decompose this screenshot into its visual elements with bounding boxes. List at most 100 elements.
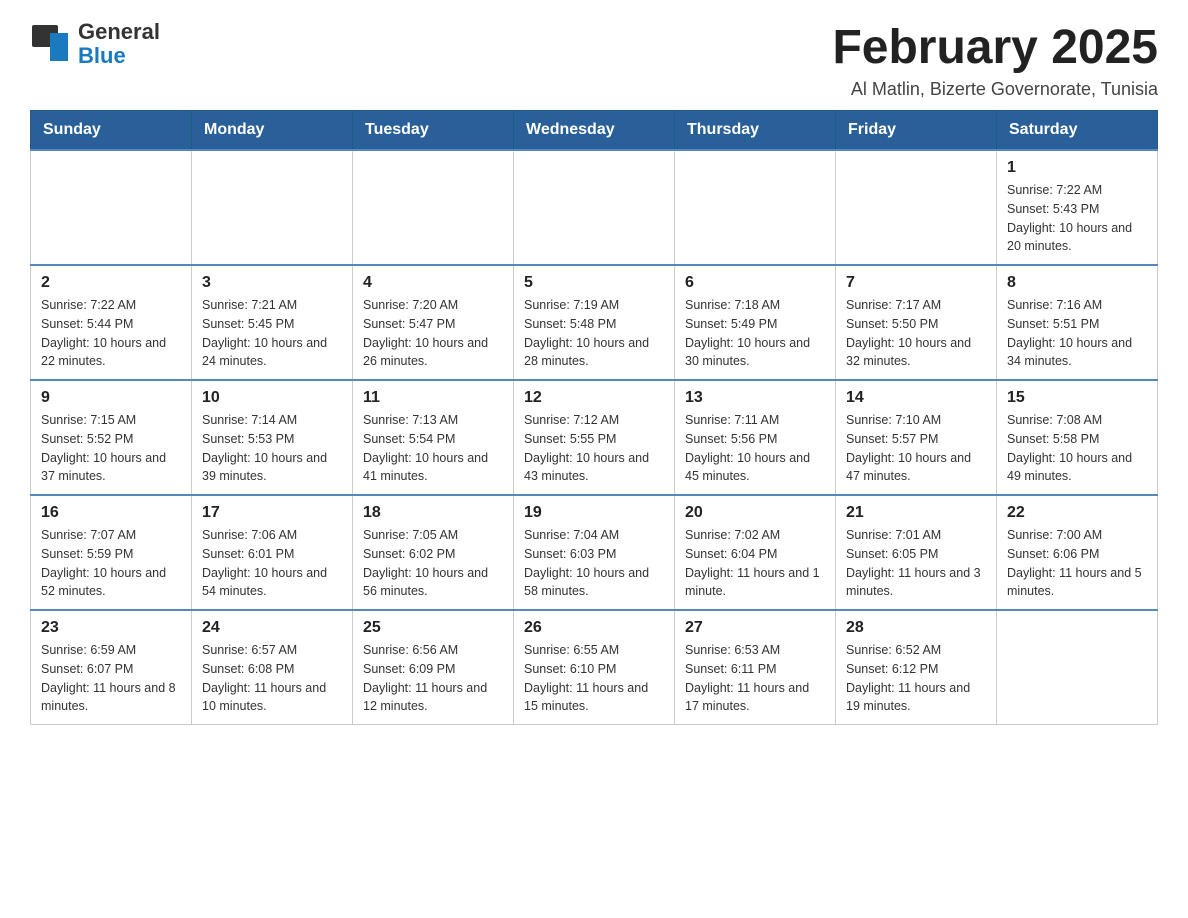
day-info: Sunrise: 7:06 AMSunset: 6:01 PMDaylight:… xyxy=(202,526,342,601)
day-number: 4 xyxy=(363,274,503,292)
calendar-cell: 15 Sunrise: 7:08 AMSunset: 5:58 PMDayligh… xyxy=(997,380,1158,495)
day-number: 25 xyxy=(363,619,503,637)
calendar-cell: 25 Sunrise: 6:56 AMSunset: 6:09 PMDayligh… xyxy=(353,610,514,725)
day-info: Sunrise: 6:59 AMSunset: 6:07 PMDaylight:… xyxy=(41,641,181,716)
day-info: Sunrise: 7:14 AMSunset: 5:53 PMDaylight:… xyxy=(202,411,342,486)
calendar-cell: 6 Sunrise: 7:18 AMSunset: 5:49 PMDaylight… xyxy=(675,265,836,380)
day-number: 21 xyxy=(846,504,986,522)
day-info: Sunrise: 6:55 AMSunset: 6:10 PMDaylight:… xyxy=(524,641,664,716)
day-number: 16 xyxy=(41,504,181,522)
logo-blue: Blue xyxy=(78,43,126,68)
logo-text: General Blue xyxy=(78,20,160,68)
logo-general: General xyxy=(78,19,160,44)
day-number: 15 xyxy=(1007,389,1147,407)
day-info: Sunrise: 7:12 AMSunset: 5:55 PMDaylight:… xyxy=(524,411,664,486)
day-info: Sunrise: 7:13 AMSunset: 5:54 PMDaylight:… xyxy=(363,411,503,486)
day-info: Sunrise: 7:07 AMSunset: 5:59 PMDaylight:… xyxy=(41,526,181,601)
calendar-table: SundayMondayTuesdayWednesdayThursdayFrid… xyxy=(30,110,1158,725)
calendar-cell: 4Sunrise: 7:20 AMSunset: 5:47 PMDaylight… xyxy=(353,265,514,380)
day-number: 17 xyxy=(202,504,342,522)
calendar-cell: 16 Sunrise: 7:07 AMSunset: 5:59 PMDayligh… xyxy=(31,495,192,610)
day-number: 11 xyxy=(363,389,503,407)
calendar-week-5: 23 Sunrise: 6:59 AMSunset: 6:07 PMDayligh… xyxy=(31,610,1158,725)
day-number: 20 xyxy=(685,504,825,522)
calendar-cell: 27Sunrise: 6:53 AMSunset: 6:11 PMDayligh… xyxy=(675,610,836,725)
day-info: Sunrise: 7:22 AMSunset: 5:44 PMDaylight:… xyxy=(41,296,181,371)
calendar-cell: 8 Sunrise: 7:16 AMSunset: 5:51 PMDaylight… xyxy=(997,265,1158,380)
weekday-header-friday: Friday xyxy=(836,111,997,151)
calendar-cell: 24Sunrise: 6:57 AMSunset: 6:08 PMDayligh… xyxy=(192,610,353,725)
calendar-cell xyxy=(353,150,514,265)
weekday-header-thursday: Thursday xyxy=(675,111,836,151)
day-number: 8 xyxy=(1007,274,1147,292)
calendar-cell xyxy=(836,150,997,265)
calendar-cell: 1 Sunrise: 7:22 AMSunset: 5:43 PMDaylight… xyxy=(997,150,1158,265)
calendar-cell: 20 Sunrise: 7:02 AMSunset: 6:04 PMDayligh… xyxy=(675,495,836,610)
weekday-header-monday: Monday xyxy=(192,111,353,151)
day-info: Sunrise: 7:22 AMSunset: 5:43 PMDaylight:… xyxy=(1007,181,1147,256)
day-info: Sunrise: 7:11 AMSunset: 5:56 PMDaylight:… xyxy=(685,411,825,486)
day-number: 1 xyxy=(1007,159,1147,177)
calendar-cell: 26 Sunrise: 6:55 AMSunset: 6:10 PMDayligh… xyxy=(514,610,675,725)
weekday-header-tuesday: Tuesday xyxy=(353,111,514,151)
day-number: 23 xyxy=(41,619,181,637)
calendar-week-2: 2 Sunrise: 7:22 AMSunset: 5:44 PMDaylight… xyxy=(31,265,1158,380)
calendar-cell: 18 Sunrise: 7:05 AMSunset: 6:02 PMDayligh… xyxy=(353,495,514,610)
calendar-cell xyxy=(675,150,836,265)
day-info: Sunrise: 7:18 AMSunset: 5:49 PMDaylight:… xyxy=(685,296,825,371)
calendar-week-4: 16 Sunrise: 7:07 AMSunset: 5:59 PMDayligh… xyxy=(31,495,1158,610)
day-number: 18 xyxy=(363,504,503,522)
weekday-header-row: SundayMondayTuesdayWednesdayThursdayFrid… xyxy=(31,111,1158,151)
weekday-header-wednesday: Wednesday xyxy=(514,111,675,151)
calendar-cell: 10Sunrise: 7:14 AMSunset: 5:53 PMDayligh… xyxy=(192,380,353,495)
calendar-cell: 14 Sunrise: 7:10 AMSunset: 5:57 PMDayligh… xyxy=(836,380,997,495)
calendar-body: 1 Sunrise: 7:22 AMSunset: 5:43 PMDaylight… xyxy=(31,150,1158,725)
day-number: 9 xyxy=(41,389,181,407)
day-info: Sunrise: 7:21 AMSunset: 5:45 PMDaylight:… xyxy=(202,296,342,371)
calendar-title: February 2025 xyxy=(832,20,1158,75)
day-number: 12 xyxy=(524,389,664,407)
day-info: Sunrise: 7:04 AMSunset: 6:03 PMDaylight:… xyxy=(524,526,664,601)
calendar-header: SundayMondayTuesdayWednesdayThursdayFrid… xyxy=(31,111,1158,151)
day-info: Sunrise: 7:08 AMSunset: 5:58 PMDaylight:… xyxy=(1007,411,1147,486)
calendar-cell: 12 Sunrise: 7:12 AMSunset: 5:55 PMDayligh… xyxy=(514,380,675,495)
day-number: 14 xyxy=(846,389,986,407)
day-info: Sunrise: 6:52 AMSunset: 6:12 PMDaylight:… xyxy=(846,641,986,716)
day-number: 28 xyxy=(846,619,986,637)
calendar-cell: 28 Sunrise: 6:52 AMSunset: 6:12 PMDayligh… xyxy=(836,610,997,725)
day-number: 5 xyxy=(524,274,664,292)
calendar-cell: 2 Sunrise: 7:22 AMSunset: 5:44 PMDaylight… xyxy=(31,265,192,380)
day-info: Sunrise: 6:56 AMSunset: 6:09 PMDaylight:… xyxy=(363,641,503,716)
day-info: Sunrise: 7:00 AMSunset: 6:06 PMDaylight:… xyxy=(1007,526,1147,601)
title-block: February 2025 Al Matlin, Bizerte Governo… xyxy=(832,20,1158,100)
calendar-cell: 11 Sunrise: 7:13 AMSunset: 5:54 PMDayligh… xyxy=(353,380,514,495)
logo-icon xyxy=(30,23,72,65)
calendar-cell: 21 Sunrise: 7:01 AMSunset: 6:05 PMDayligh… xyxy=(836,495,997,610)
day-info: Sunrise: 7:10 AMSunset: 5:57 PMDaylight:… xyxy=(846,411,986,486)
weekday-header-sunday: Sunday xyxy=(31,111,192,151)
day-number: 27 xyxy=(685,619,825,637)
day-number: 22 xyxy=(1007,504,1147,522)
day-number: 7 xyxy=(846,274,986,292)
day-info: Sunrise: 6:57 AMSunset: 6:08 PMDaylight:… xyxy=(202,641,342,716)
page-header: General Blue February 2025 Al Matlin, Bi… xyxy=(30,20,1158,100)
day-info: Sunrise: 7:02 AMSunset: 6:04 PMDaylight:… xyxy=(685,526,825,601)
calendar-cell xyxy=(514,150,675,265)
logo: General Blue xyxy=(30,20,160,68)
day-number: 6 xyxy=(685,274,825,292)
day-info: Sunrise: 7:16 AMSunset: 5:51 PMDaylight:… xyxy=(1007,296,1147,371)
day-number: 3 xyxy=(202,274,342,292)
day-info: Sunrise: 7:17 AMSunset: 5:50 PMDaylight:… xyxy=(846,296,986,371)
calendar-cell: 19Sunrise: 7:04 AMSunset: 6:03 PMDayligh… xyxy=(514,495,675,610)
calendar-cell: 22 Sunrise: 7:00 AMSunset: 6:06 PMDayligh… xyxy=(997,495,1158,610)
calendar-week-3: 9Sunrise: 7:15 AMSunset: 5:52 PMDaylight… xyxy=(31,380,1158,495)
calendar-cell: 3 Sunrise: 7:21 AMSunset: 5:45 PMDaylight… xyxy=(192,265,353,380)
day-info: Sunrise: 7:19 AMSunset: 5:48 PMDaylight:… xyxy=(524,296,664,371)
day-info: Sunrise: 7:05 AMSunset: 6:02 PMDaylight:… xyxy=(363,526,503,601)
day-number: 26 xyxy=(524,619,664,637)
calendar-week-1: 1 Sunrise: 7:22 AMSunset: 5:43 PMDaylight… xyxy=(31,150,1158,265)
calendar-cell xyxy=(31,150,192,265)
day-number: 2 xyxy=(41,274,181,292)
day-number: 13 xyxy=(685,389,825,407)
day-info: Sunrise: 7:01 AMSunset: 6:05 PMDaylight:… xyxy=(846,526,986,601)
